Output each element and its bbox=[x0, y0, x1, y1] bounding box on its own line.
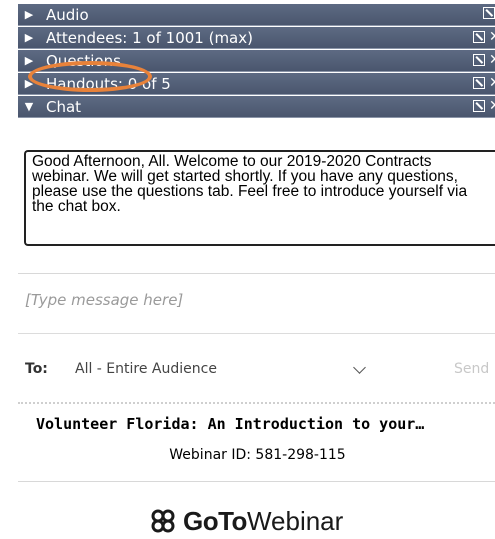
popout-icon[interactable] bbox=[473, 31, 485, 43]
close-icon[interactable]: ✕ bbox=[489, 53, 495, 67]
section-controls: ✕ bbox=[473, 53, 495, 67]
webinar-title: Volunteer Florida: An Introduction to yo… bbox=[36, 415, 425, 433]
divider bbox=[18, 333, 495, 334]
section-audio[interactable]: ▶ Audio bbox=[18, 4, 495, 26]
divider bbox=[18, 273, 495, 274]
send-button[interactable]: Send bbox=[454, 357, 489, 381]
gotowebinar-logo: GoTo Webinar bbox=[150, 506, 343, 536]
section-controls: ✕ bbox=[473, 30, 495, 44]
close-icon[interactable]: ✕ bbox=[489, 76, 495, 90]
logo-webinar-text: Webinar bbox=[246, 505, 344, 536]
section-attendees[interactable]: ▶ Attendees: 1 of 1001 (max) ✕ bbox=[18, 27, 495, 49]
divider bbox=[18, 481, 495, 482]
section-label: Attendees: 1 of 1001 (max) bbox=[46, 28, 253, 47]
gotowebinar-control-panel: ▶ Audio ▶ Attendees: 1 of 1001 (max) ✕ ▶… bbox=[0, 0, 495, 539]
chat-message: Good Afternoon, All. Welcome to our 2019… bbox=[24, 150, 495, 246]
close-icon[interactable]: ✕ bbox=[489, 30, 495, 44]
collapse-triangle-icon[interactable]: ▼ bbox=[20, 96, 38, 118]
popout-icon[interactable] bbox=[473, 100, 485, 112]
popout-icon[interactable] bbox=[473, 54, 485, 66]
to-label: To: bbox=[25, 361, 48, 377]
section-controls bbox=[483, 7, 495, 19]
popout-icon[interactable] bbox=[483, 7, 495, 19]
recipient-select-value[interactable]: All - Entire Audience bbox=[75, 357, 217, 381]
popout-icon[interactable] bbox=[473, 77, 485, 89]
section-chat[interactable]: ▼ Chat ✕ bbox=[18, 96, 495, 118]
logo-goto-text: GoTo bbox=[183, 505, 247, 536]
questions-highlight-annotation bbox=[28, 61, 152, 92]
section-controls: ✕ bbox=[473, 99, 495, 113]
webinar-id: Webinar ID: 581-298-115 bbox=[169, 447, 346, 463]
chevron-down-icon[interactable] bbox=[353, 357, 367, 381]
expand-triangle-icon[interactable]: ▶ bbox=[20, 4, 38, 26]
expand-triangle-icon[interactable]: ▶ bbox=[20, 27, 38, 49]
gotowebinar-logo-icon bbox=[151, 509, 175, 533]
section-label: Chat bbox=[46, 97, 82, 116]
recipient-row: To: All - Entire Audience Send bbox=[25, 357, 495, 381]
section-controls: ✕ bbox=[473, 76, 495, 90]
close-icon[interactable]: ✕ bbox=[489, 99, 495, 113]
dotted-divider bbox=[18, 402, 495, 404]
section-label: Audio bbox=[46, 5, 89, 24]
chat-message-input[interactable] bbox=[25, 291, 485, 315]
